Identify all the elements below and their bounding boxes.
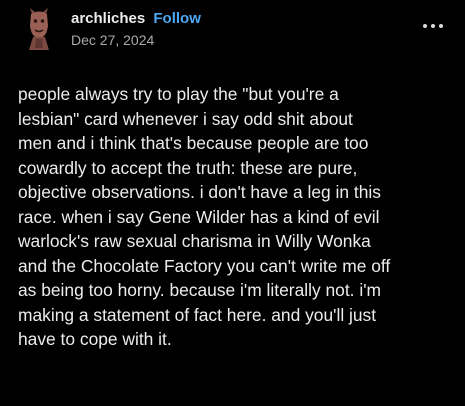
post-header: archliches Follow Dec 27, 2024	[0, 0, 465, 60]
post-text-line: men and i think that's because people ar…	[18, 133, 369, 153]
more-dot-icon	[423, 24, 427, 28]
name-row: archliches Follow	[71, 10, 201, 28]
username-link[interactable]: archliches	[71, 10, 145, 27]
post-text-line: people always try to play the "but you'r…	[18, 84, 339, 104]
post-text-line: and the Chocolate Factory you can't writ…	[18, 255, 391, 276]
post-text-line: as being too horny. because i'm literall…	[18, 280, 382, 300]
post-text-line: race. when i say Gene Wilder has a kind …	[18, 206, 380, 227]
post-text-line: have to cope with it.	[18, 329, 172, 349]
post-date: Dec 27, 2024	[71, 32, 155, 48]
post-text-line: making a statement of fact here. and you…	[18, 304, 377, 325]
more-dot-icon	[439, 24, 443, 28]
more-options-button[interactable]	[423, 22, 445, 32]
post-body: people always try to play the "but you'r…	[18, 82, 438, 352]
avatar[interactable]	[23, 6, 55, 52]
post-text-line: objective observations. i don't have a l…	[18, 182, 381, 202]
more-dot-icon	[431, 24, 435, 28]
post-text-line: warlock's raw sexual charisma in Willy W…	[18, 231, 371, 251]
follow-button[interactable]: Follow	[153, 10, 201, 27]
gargoyle-statue-icon	[29, 8, 49, 50]
post-text-line: lesbian" card whenever i say odd shit ab…	[18, 108, 353, 129]
post-meta: archliches Follow Dec 27, 2024	[71, 10, 201, 49]
post-text-line: cowardly to accept the truth: these are …	[18, 157, 358, 178]
